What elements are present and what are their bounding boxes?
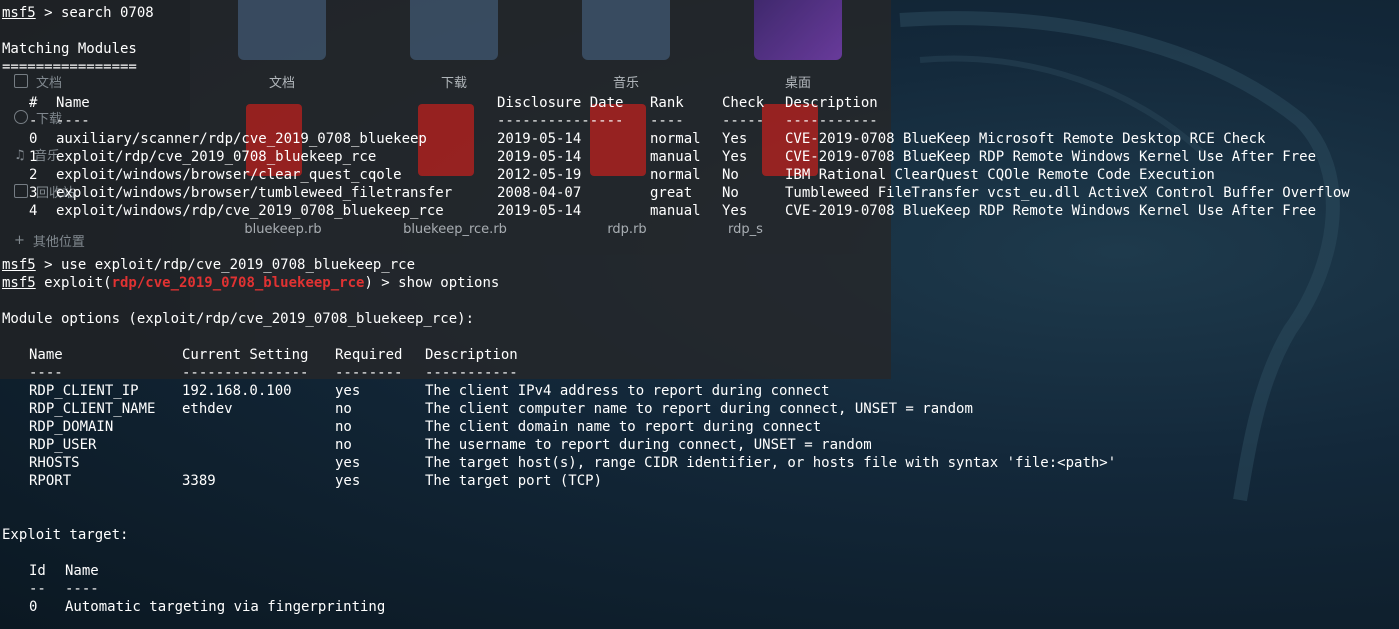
separator: ---- (29, 365, 63, 381)
separator: ---- (65, 581, 99, 597)
module-description: CVE-2019-0708 BlueKeep Microsoft Remote … (785, 131, 1266, 147)
module-name: exploit/rdp/cve_2019_0708_bluekeep_rce (56, 149, 377, 165)
target-name: Automatic targeting via fingerprinting (65, 599, 386, 615)
module-name: exploit/windows/rdp/cve_2019_0708_blueke… (56, 203, 444, 219)
option-name: RDP_CLIENT_IP (29, 383, 139, 399)
terminal-output[interactable]: msf5 > search 0708 Matching Modules ====… (0, 0, 1399, 629)
option-required: no (335, 401, 352, 417)
module-description: Tumbleweed FileTransfer vcst_eu.dll Acti… (785, 185, 1350, 201)
command-text: ) > show options (364, 275, 500, 291)
module-name: auxiliary/scanner/rdp/cve_2019_0708_blue… (56, 131, 427, 147)
command-text: > search 0708 (35, 5, 154, 21)
option-setting: 192.168.0.100 (182, 383, 292, 399)
option-required: yes (335, 455, 361, 471)
option-required: no (335, 437, 352, 453)
column-header-name: Name (65, 563, 99, 579)
column-header-description: Description (425, 347, 518, 363)
separator: -- (29, 581, 46, 597)
command-line-use: msf5 > use exploit/rdp/cve_2019_0708_blu… (2, 256, 415, 274)
module-check: Yes (722, 149, 748, 165)
command-text: exploit( (35, 275, 112, 291)
msf-prompt: msf5 (2, 257, 36, 273)
column-header-required: Required (335, 347, 403, 363)
module-date: 2012-05-19 (497, 167, 582, 183)
module-rank: normal (650, 131, 701, 147)
module-rank: normal (650, 167, 701, 183)
column-header-id: Id (29, 563, 46, 579)
matching-modules-title: Matching Modules (2, 41, 137, 57)
option-name: RDP_DOMAIN (29, 419, 114, 435)
module-description: IBM Rational ClearQuest CQOle Remote Cod… (785, 167, 1215, 183)
option-description: The username to report during connect, U… (425, 437, 872, 453)
module-name: exploit/windows/browser/tumbleweed_filet… (56, 185, 453, 201)
module-name: exploit/windows/browser/clear_quest_cqol… (56, 167, 402, 183)
option-description: The client computer name to report durin… (425, 401, 973, 417)
command-text: > use exploit/rdp/cve_2019_0708_bluekeep… (35, 257, 416, 273)
option-description: The client domain name to report during … (425, 419, 822, 435)
column-header-rank: Rank (650, 95, 684, 111)
module-number: 0 (29, 131, 38, 147)
column-header-date: Disclosure Date (497, 95, 624, 111)
separator: ----------- (425, 365, 518, 381)
module-date: 2019-05-14 (497, 203, 582, 219)
option-required: yes (335, 473, 361, 489)
target-id: 0 (29, 599, 38, 615)
module-date: 2019-05-14 (497, 131, 582, 147)
module-number: 4 (29, 203, 38, 219)
separator: ----------- (785, 113, 878, 129)
column-header-name: Name (29, 347, 63, 363)
module-date: 2019-05-14 (497, 149, 582, 165)
option-name: RDP_CLIENT_NAME (29, 401, 156, 417)
option-setting: 3389 (182, 473, 216, 489)
option-description: The client IPv4 address to report during… (425, 383, 830, 399)
separator: ---- (56, 113, 90, 129)
option-description: The target host(s), range CIDR identifie… (425, 455, 1117, 471)
active-module-name: rdp/cve_2019_0708_bluekeep_rce (111, 275, 365, 291)
module-description: CVE-2019-0708 BlueKeep RDP Remote Window… (785, 149, 1317, 165)
module-check: No (722, 185, 739, 201)
module-rank: manual (650, 203, 701, 219)
separator: --------------- (497, 113, 624, 129)
separator: ---- (650, 113, 684, 129)
module-number: 2 (29, 167, 38, 183)
module-options-title: Module options (exploit/rdp/cve_2019_070… (2, 311, 475, 327)
separator: - (29, 113, 38, 129)
module-number: 1 (29, 149, 38, 165)
option-name: RDP_USER (29, 437, 97, 453)
msf-prompt: msf5 (2, 5, 36, 21)
module-rank: manual (650, 149, 701, 165)
option-description: The target port (TCP) (425, 473, 603, 489)
exploit-target-title: Exploit target: (2, 527, 129, 543)
column-header-name: Name (56, 95, 90, 111)
option-required: yes (335, 383, 361, 399)
command-line-search: msf5 > search 0708 (2, 4, 154, 22)
option-name: RHOSTS (29, 455, 80, 471)
module-check: Yes (722, 131, 748, 147)
module-number: 3 (29, 185, 38, 201)
msf-prompt: msf5 (2, 275, 36, 291)
option-setting: ethdev (182, 401, 233, 417)
option-name: RPORT (29, 473, 72, 489)
column-header-description: Description (785, 95, 878, 111)
module-rank: great (650, 185, 693, 201)
command-line-show-options: msf5 exploit(rdp/cve_2019_0708_bluekeep_… (2, 274, 499, 292)
module-check: No (722, 167, 739, 183)
separator: --------------- (182, 365, 309, 381)
option-required: no (335, 419, 352, 435)
column-header-check: Check (722, 95, 765, 111)
module-description: CVE-2019-0708 BlueKeep RDP Remote Window… (785, 203, 1317, 219)
module-check: Yes (722, 203, 748, 219)
separator: -------- (335, 365, 403, 381)
matching-modules-underline: ================ (2, 59, 137, 75)
separator: ----- (722, 113, 765, 129)
column-header-setting: Current Setting (182, 347, 309, 363)
module-date: 2008-04-07 (497, 185, 582, 201)
column-header-number: # (29, 95, 38, 111)
